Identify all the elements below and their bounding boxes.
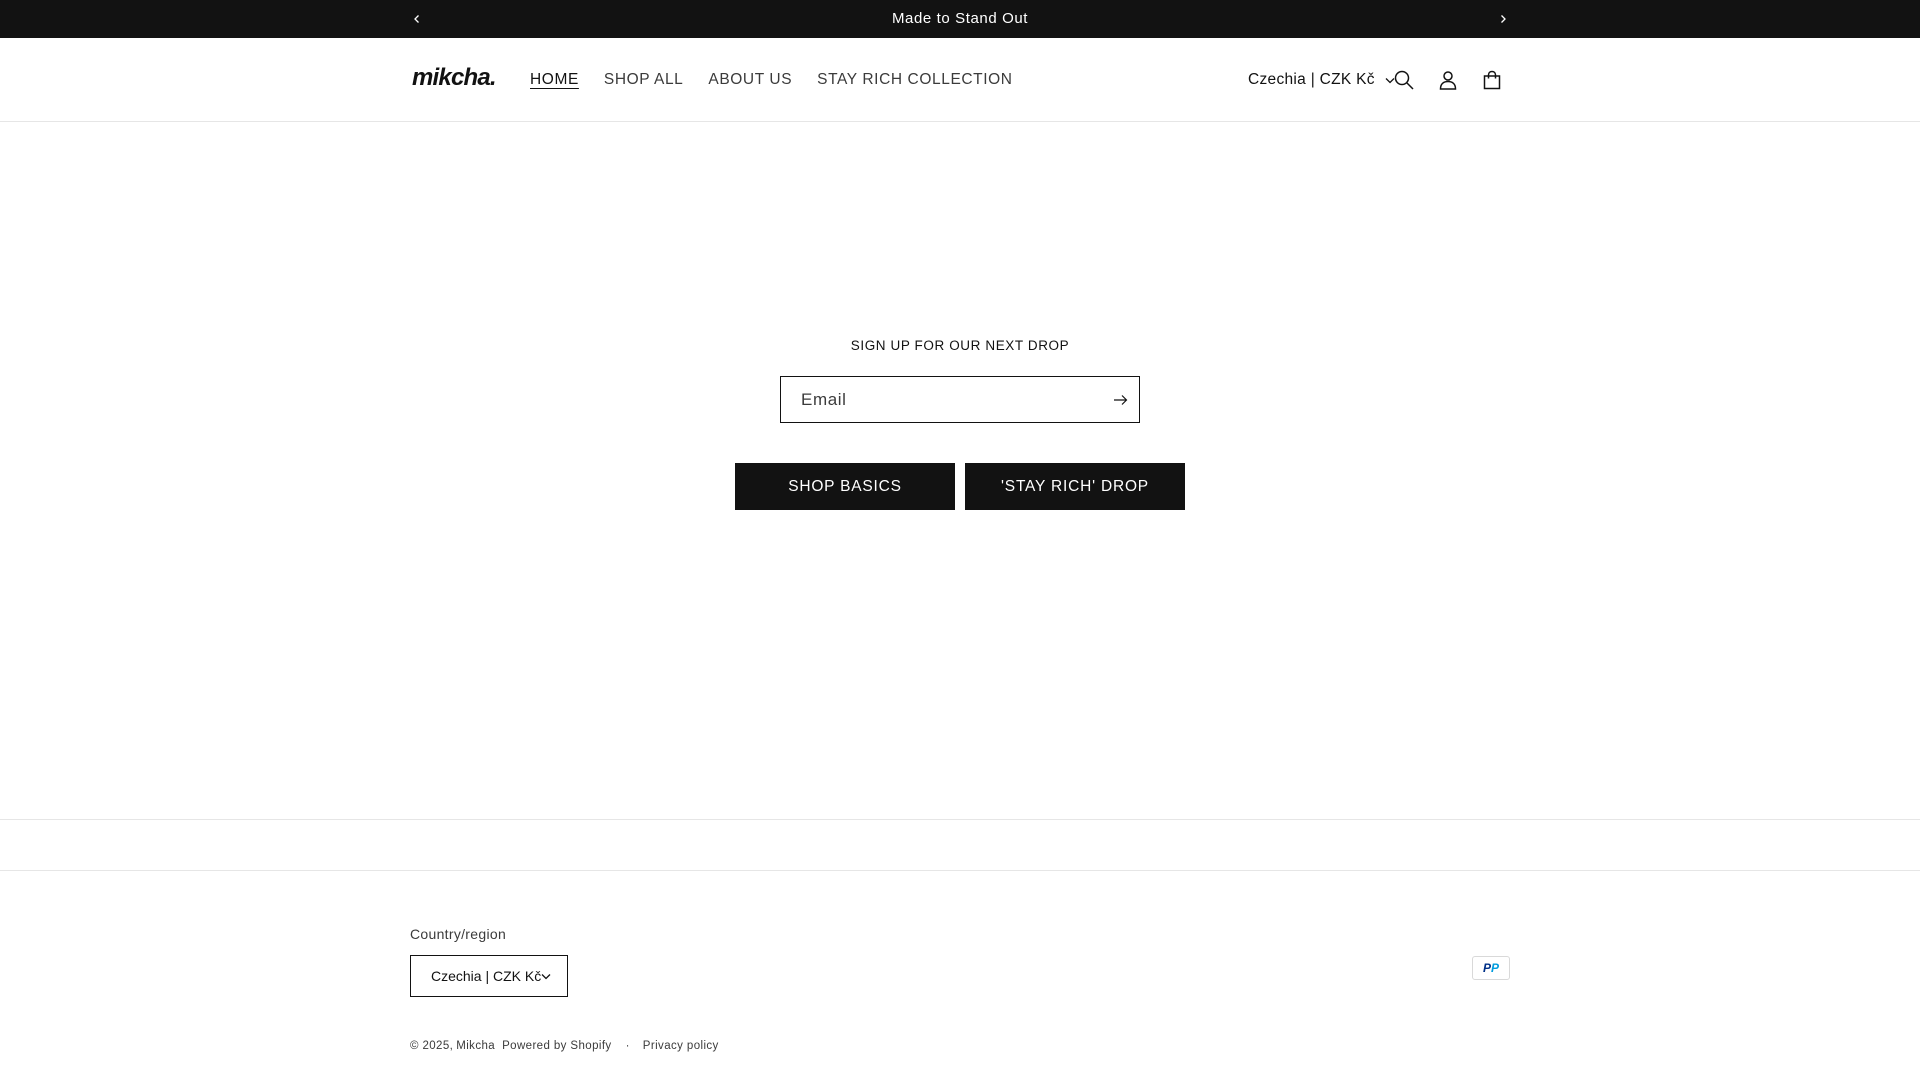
stay-rich-drop-button[interactable]: 'STAY RICH' DROP bbox=[965, 463, 1185, 510]
powered-by-shopify-link[interactable]: Powered by Shopify bbox=[502, 1040, 611, 1052]
email-input[interactable] bbox=[781, 377, 1081, 422]
newsletter-form bbox=[780, 376, 1140, 423]
nav-item-home[interactable]: HOME bbox=[530, 71, 579, 89]
newsletter-submit-button[interactable] bbox=[1109, 389, 1131, 411]
chevron-right-icon bbox=[1501, 15, 1506, 23]
store-name-link[interactable]: Mikcha bbox=[456, 1040, 495, 1052]
account-button[interactable] bbox=[1434, 66, 1462, 94]
nav-item-stay-rich-collection[interactable]: STAY RICH COLLECTION bbox=[817, 71, 1012, 89]
nav-item-about-us[interactable]: ABOUT US bbox=[708, 71, 792, 89]
country-region-select[interactable]: Czechia | CZK Kč bbox=[410, 955, 568, 997]
announcement-text: Made to Stand Out bbox=[891, 10, 1029, 27]
main-nav: HOME SHOP ALL ABOUT US STAY RICH COLLECT… bbox=[530, 38, 1038, 122]
country-region-label: Country/region bbox=[410, 926, 507, 942]
arrow-right-icon bbox=[1113, 395, 1127, 405]
site-header: mikcha. HOME SHOP ALL ABOUT US STAY RICH… bbox=[0, 38, 1920, 122]
footer-separator: · bbox=[625, 1040, 630, 1052]
footer-divider-top bbox=[0, 819, 1920, 820]
search-button[interactable] bbox=[1390, 66, 1418, 94]
footer-copyright: © 2025, Mikcha Powered by Shopify · Priv… bbox=[410, 1040, 723, 1052]
country-region-value: Czechia | CZK Kč bbox=[431, 968, 542, 984]
shop-basics-button[interactable]: SHOP BASICS bbox=[735, 463, 955, 510]
cart-button[interactable] bbox=[1478, 66, 1506, 94]
privacy-policy-link[interactable]: Privacy policy bbox=[643, 1040, 719, 1052]
region-selector-label: Czechia | CZK Kč bbox=[1248, 71, 1375, 88]
announcement-next-button[interactable] bbox=[1493, 9, 1513, 29]
announcement-bar: Made to Stand Out bbox=[0, 0, 1920, 38]
cart-icon bbox=[1483, 70, 1501, 90]
paypal-payment-icon: PP bbox=[1472, 956, 1510, 980]
footer-divider-bottom bbox=[0, 870, 1920, 871]
copyright-text: © 2025, bbox=[410, 1040, 454, 1052]
search-icon bbox=[1394, 70, 1414, 90]
chevron-down-icon bbox=[541, 974, 551, 980]
region-selector[interactable]: Czechia | CZK Kč bbox=[1248, 38, 1395, 122]
nav-item-shop-all[interactable]: SHOP ALL bbox=[604, 71, 683, 89]
store-logo[interactable]: mikcha. bbox=[412, 64, 497, 92]
newsletter-title: SIGN UP FOR OUR NEXT DROP bbox=[850, 338, 1070, 353]
paypal-logo: PP bbox=[1482, 961, 1500, 975]
account-icon bbox=[1439, 71, 1457, 90]
